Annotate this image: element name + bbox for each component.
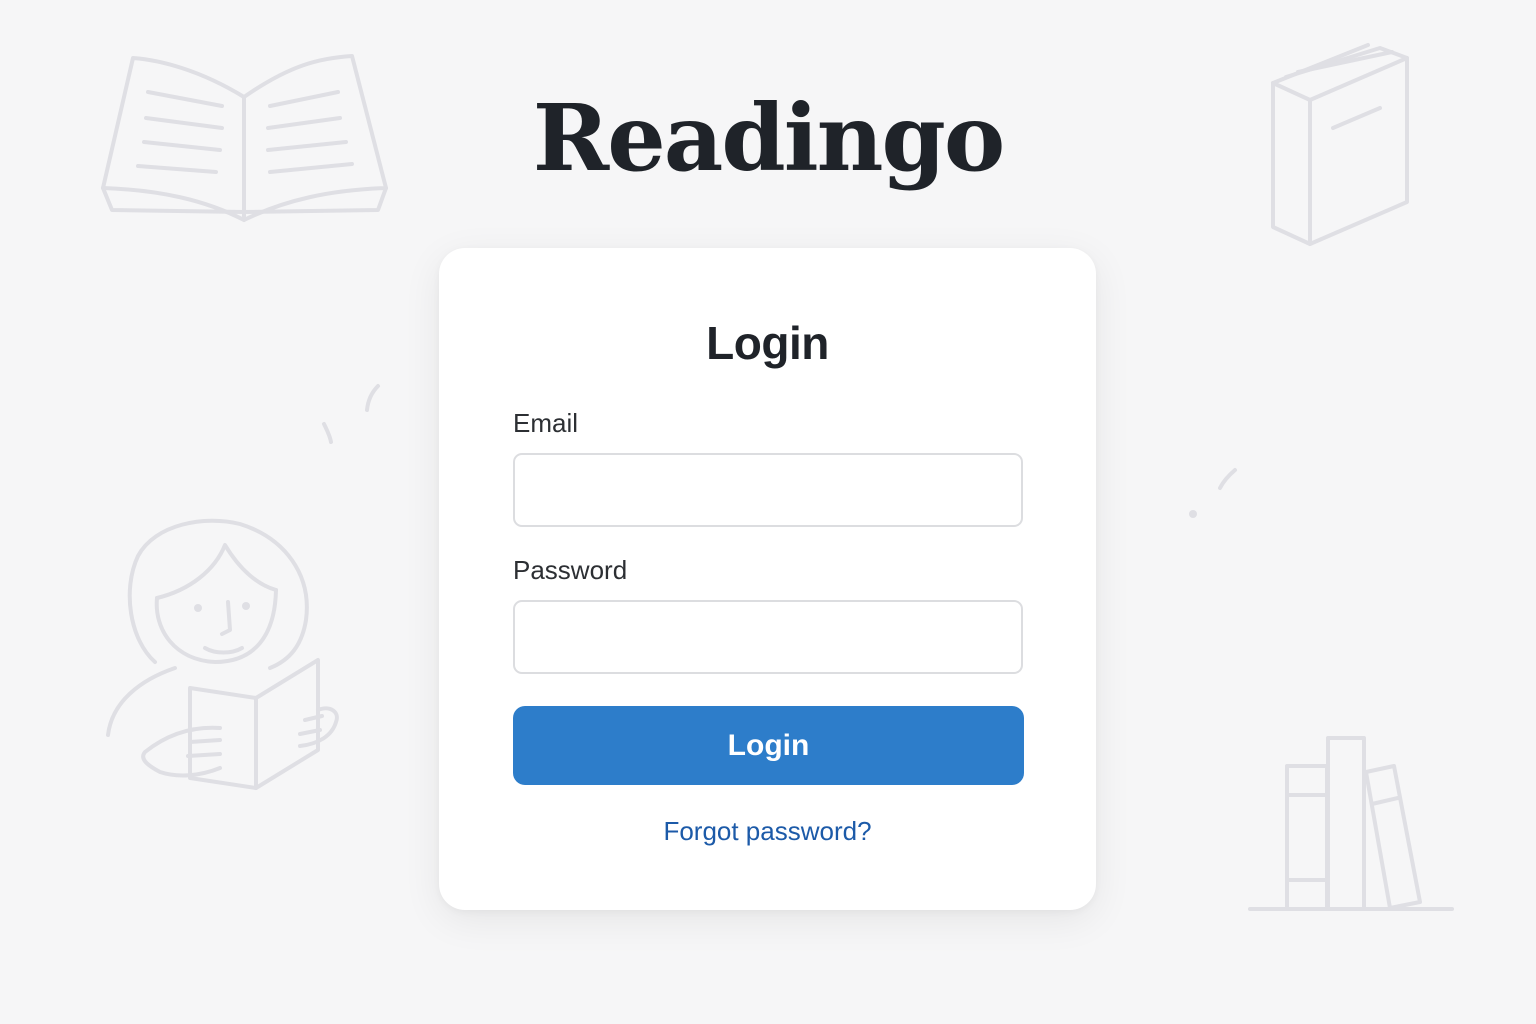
password-field[interactable] (513, 600, 1023, 674)
bookshelf-icon (1248, 736, 1454, 911)
email-label: Email (513, 408, 579, 438)
password-label: Password (513, 555, 628, 585)
forgot-password-link[interactable]: Forgot password? (439, 816, 1096, 847)
reader-person-icon (106, 518, 339, 790)
app-logo-title: Readingo (532, 84, 1005, 192)
login-button[interactable]: Login (513, 706, 1024, 785)
login-card: Login Email Password Login Forgot passwo… (439, 248, 1096, 910)
login-heading: Login (706, 317, 829, 369)
email-field[interactable] (513, 453, 1023, 527)
